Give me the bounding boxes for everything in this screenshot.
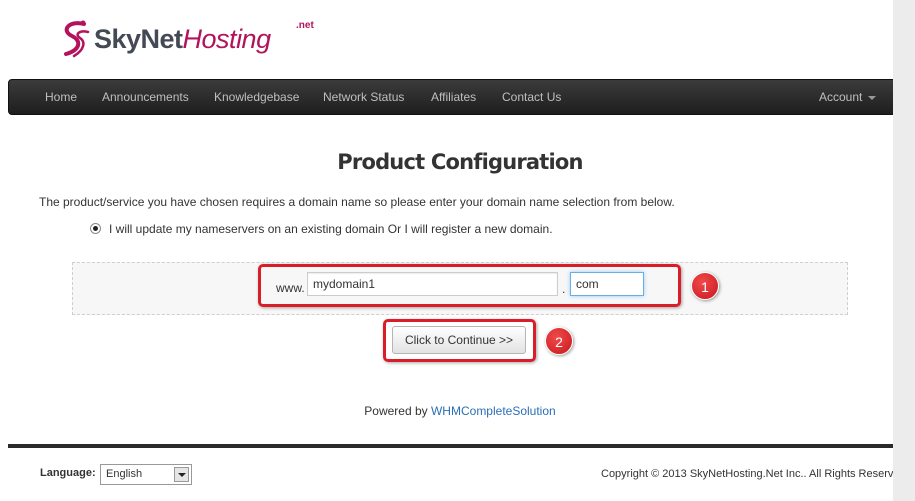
navbar: Home Announcements Knowledgebase Network… xyxy=(8,79,911,115)
www-prefix: www. xyxy=(276,281,305,295)
domain-name-input[interactable]: mydomain1 xyxy=(307,272,558,296)
powered-by: Powered by WHMCompleteSolution xyxy=(0,404,915,418)
language-select[interactable]: English xyxy=(100,464,192,485)
step-badge-1: 1 xyxy=(691,272,719,300)
radio-button[interactable] xyxy=(90,223,101,234)
step-badge-2: 2 xyxy=(545,327,573,355)
copyright-text: Copyright © 2013 SkyNetHosting.Net Inc..… xyxy=(601,468,909,480)
logo[interactable]: SkyNetHosting .net xyxy=(58,16,328,62)
page: SkyNetHosting .net Home Announcements Kn… xyxy=(0,0,911,501)
caret-down-icon xyxy=(868,95,877,100)
nav-contact-us[interactable]: Contact Us xyxy=(502,80,561,114)
logo-wordmark: SkyNetHosting xyxy=(94,24,271,55)
language-select-value: English xyxy=(106,468,143,480)
powered-by-prefix: Powered by xyxy=(364,404,431,418)
page-title: Product Configuration xyxy=(337,150,583,174)
nav-account[interactable]: Account xyxy=(819,80,877,114)
nav-knowledgebase[interactable]: Knowledgebase xyxy=(214,80,299,114)
domain-dot: . xyxy=(562,282,566,296)
logo-swirl-icon xyxy=(64,20,90,58)
logo-tld: .net xyxy=(296,20,314,31)
tld-input[interactable]: com xyxy=(570,272,644,296)
dropdown-arrow-icon[interactable] xyxy=(174,467,189,482)
logo-sky: SkyNet xyxy=(94,24,183,54)
nav-network-status[interactable]: Network Status xyxy=(323,80,404,114)
whmcs-link[interactable]: WHMCompleteSolution xyxy=(431,404,556,418)
intro-text: The product/service you have chosen requ… xyxy=(39,195,675,209)
language-label: Language: xyxy=(40,467,96,479)
domain-option-label: I will update my nameservers on an exist… xyxy=(109,222,553,236)
nav-affiliates[interactable]: Affiliates xyxy=(431,80,476,114)
nav-account-label: Account xyxy=(819,90,863,104)
nav-announcements[interactable]: Announcements xyxy=(102,80,189,114)
continue-button[interactable]: Click to Continue >> xyxy=(392,326,526,354)
footer-divider xyxy=(8,444,911,448)
logo-hosting: Hosting xyxy=(182,24,272,54)
right-gutter xyxy=(893,0,915,501)
nav-home[interactable]: Home xyxy=(45,80,77,114)
